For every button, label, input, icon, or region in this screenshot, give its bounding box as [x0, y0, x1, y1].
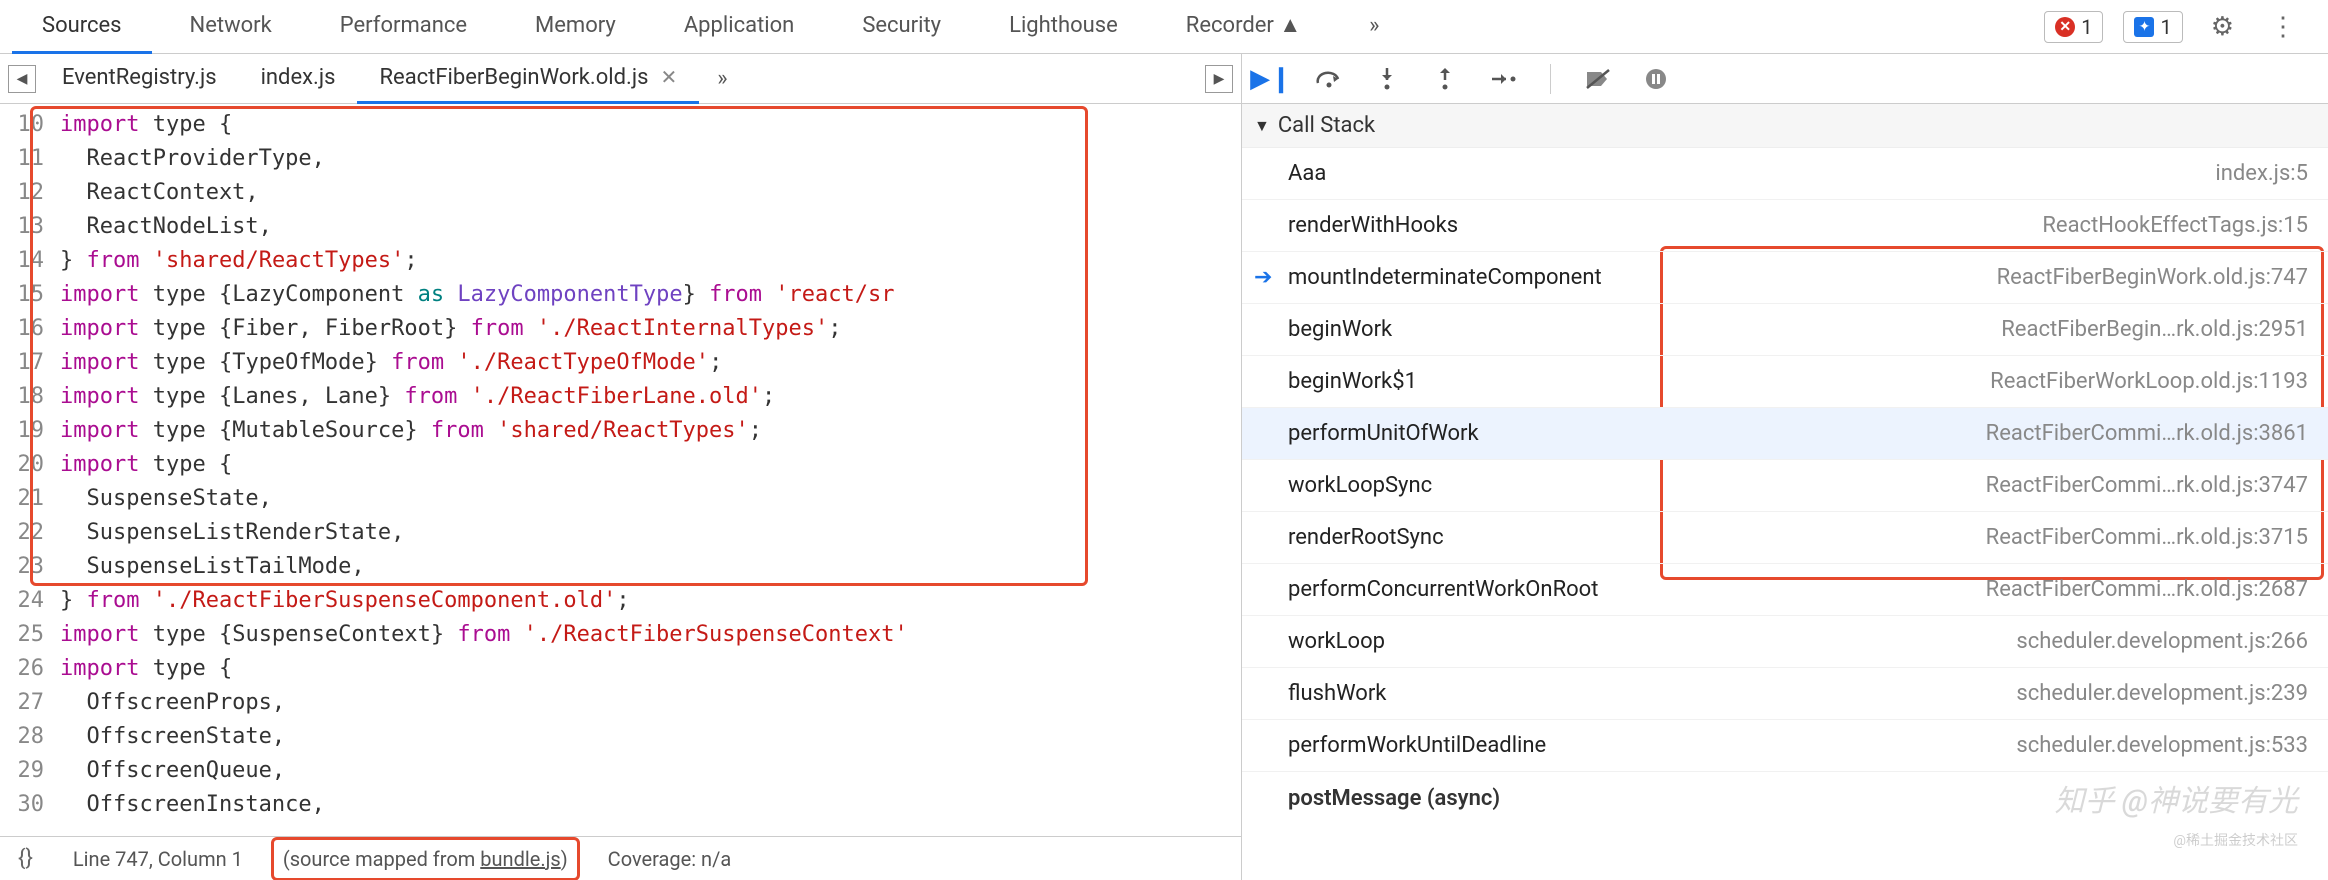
resume-button[interactable]: ▶❙	[1256, 64, 1286, 94]
stack-frame[interactable]: Aaaindex.js:5	[1242, 148, 2328, 200]
code-content[interactable]: import type { ReactProviderType, ReactCo…	[52, 104, 1241, 836]
nav-forward-button[interactable]: ▶	[1205, 65, 1233, 93]
stack-frame[interactable]: beginWork$1ReactFiberWorkLoop.old.js:119…	[1242, 356, 2328, 408]
code-editor[interactable]: 10 11 12 13 14 15 16 17 18 19 20 21 22 2…	[0, 104, 1241, 836]
error-badge[interactable]: ✕1	[2044, 11, 2103, 43]
frame-location[interactable]: ReactFiberCommi…rk.old.js:3747	[1986, 473, 2308, 498]
frame-function: workLoop	[1288, 629, 2016, 654]
frame-location[interactable]: ReactFiberCommi…rk.old.js:3715	[1986, 525, 2308, 550]
file-tab[interactable]: EventRegistry.js	[40, 54, 239, 104]
panel-tab-sources[interactable]: Sources	[12, 0, 152, 54]
debugger-toolbar: ▶❙	[1242, 54, 2328, 104]
file-tab[interactable]: index.js	[239, 54, 358, 104]
frame-location[interactable]: scheduler.development.js:266	[2016, 629, 2308, 654]
frame-function: beginWork	[1288, 317, 2001, 342]
panel-tab-recorder[interactable]: Recorder ▲	[1156, 0, 1331, 54]
nav-back-button[interactable]: ◀	[8, 65, 36, 93]
frame-function: beginWork$1	[1288, 369, 1990, 394]
step-into-button[interactable]	[1372, 64, 1402, 94]
stack-frame[interactable]: performConcurrentWorkOnRootReactFiberCom…	[1242, 564, 2328, 616]
coverage-info: Coverage: n/a	[608, 847, 732, 871]
stack-frame[interactable]: renderRootSyncReactFiberCommi…rk.old.js:…	[1242, 512, 2328, 564]
status-bar: {} Line 747, Column 1 (source mapped fro…	[0, 836, 1241, 880]
stack-frame[interactable]: beginWorkReactFiberBegin…rk.old.js:2951	[1242, 304, 2328, 356]
frame-location[interactable]: scheduler.development.js:239	[2016, 681, 2308, 706]
line-gutter: 10 11 12 13 14 15 16 17 18 19 20 21 22 2…	[0, 104, 52, 836]
frame-location[interactable]: ReactFiberCommi…rk.old.js:2687	[1986, 577, 2308, 602]
settings-button[interactable]: ⚙	[2203, 12, 2242, 42]
frame-function: flushWork	[1288, 681, 2016, 706]
frame-function: renderWithHooks	[1288, 213, 2042, 238]
file-tab[interactable]: ReactFiberBeginWork.old.js✕	[357, 54, 699, 104]
frame-location[interactable]: ReactFiberBeginWork.old.js:747	[1997, 265, 2308, 290]
stack-frame[interactable]: workLoopSyncReactFiberCommi…rk.old.js:37…	[1242, 460, 2328, 512]
panel-tab-security[interactable]: Security	[832, 0, 971, 54]
panel-tab-network[interactable]: Network	[160, 0, 302, 54]
panel-tab-memory[interactable]: Memory	[505, 0, 646, 54]
frame-function: Aaa	[1288, 161, 2215, 186]
step-out-button[interactable]	[1430, 64, 1460, 94]
panel-tab-performance[interactable]: Performance	[310, 0, 497, 54]
stack-frame[interactable]: performUnitOfWorkReactFiberCommi…rk.old.…	[1242, 408, 2328, 460]
panel-tabs-overflow[interactable]: »	[1339, 0, 1409, 54]
frame-function: performUnitOfWork	[1288, 421, 1986, 446]
info-badge[interactable]: ✦1	[2123, 11, 2182, 43]
deactivate-breakpoints-button[interactable]	[1583, 64, 1613, 94]
stack-frame[interactable]: workLoopscheduler.development.js:266	[1242, 616, 2328, 668]
panel-tab-lighthouse[interactable]: Lighthouse	[979, 0, 1148, 54]
frame-function: performWorkUntilDeadline	[1288, 733, 2016, 758]
source-file-tabs: ◀ EventRegistry.jsindex.jsReactFiberBegi…	[0, 54, 1241, 104]
frame-function: renderRootSync	[1288, 525, 1986, 550]
close-icon[interactable]: ✕	[660, 65, 677, 89]
stack-frame[interactable]: flushWorkscheduler.development.js:239	[1242, 668, 2328, 720]
collapse-icon: ▼	[1254, 116, 1270, 136]
step-over-button[interactable]	[1314, 64, 1344, 94]
stack-frame[interactable]: performWorkUntilDeadlinescheduler.develo…	[1242, 720, 2328, 772]
frame-location[interactable]: ReactFiberBegin…rk.old.js:2951	[2001, 317, 2308, 342]
pretty-print-button[interactable]: {}	[18, 846, 33, 871]
call-stack-header[interactable]: ▼Call Stack	[1242, 104, 2328, 148]
stack-frame[interactable]: ➔ mountIndeterminateComponentReactFiberBe…	[1242, 252, 2328, 304]
stack-frame[interactable]: renderWithHooksReactHookEffectTags.js:15	[1242, 200, 2328, 252]
panel-tab-application[interactable]: Application	[654, 0, 824, 54]
frame-location[interactable]: index.js:5	[2215, 161, 2308, 186]
frame-location[interactable]: ReactHookEffectTags.js:15	[2042, 213, 2308, 238]
source-map-info: (source mapped from bundle.js)	[283, 847, 568, 871]
frame-location[interactable]: ReactFiberCommi…rk.old.js:3861	[1986, 421, 2308, 446]
frame-function: mountIndeterminateComponent	[1288, 265, 1997, 290]
file-tabs-overflow[interactable]: »	[703, 66, 741, 91]
call-stack-list: Aaaindex.js:5renderWithHooksReactHookEff…	[1242, 148, 2328, 880]
frame-location[interactable]: scheduler.development.js:533	[2016, 733, 2308, 758]
more-menu-button[interactable]: ⋮	[2262, 12, 2304, 42]
cursor-position: Line 747, Column 1	[73, 847, 243, 871]
async-boundary: postMessage (async)	[1242, 772, 2328, 824]
source-map-link[interactable]: bundle.js	[480, 847, 560, 871]
current-frame-icon: ➔	[1254, 265, 1272, 290]
devtools-panel-tabs: SourcesNetworkPerformanceMemoryApplicati…	[0, 0, 2328, 54]
pause-on-exceptions-button[interactable]	[1641, 64, 1671, 94]
frame-function: workLoopSync	[1288, 473, 1986, 498]
frame-function: performConcurrentWorkOnRoot	[1288, 577, 1986, 602]
frame-location[interactable]: ReactFiberWorkLoop.old.js:1193	[1990, 369, 2308, 394]
step-button[interactable]	[1488, 64, 1518, 94]
